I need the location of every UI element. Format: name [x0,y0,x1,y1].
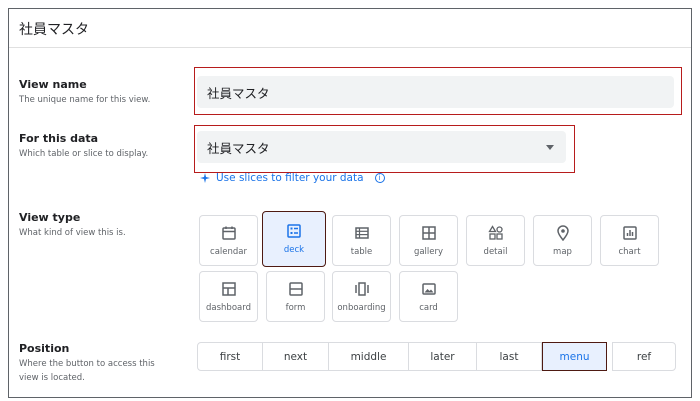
position-menu[interactable]: menu [542,342,607,371]
view-type-dashboard[interactable]: dashboard [199,271,258,322]
view-type-map[interactable]: map [533,215,592,266]
page-title: 社員マスタ [19,22,89,38]
form-icon [288,281,303,296]
view-type-label-table: table [350,246,373,257]
view-type-description: What kind of view this is. [19,228,126,238]
sparkle-icon [200,173,210,183]
position-ref[interactable]: ref [612,342,676,371]
position-next-label: next [283,350,308,363]
position-middle-label: middle [350,350,387,363]
view-type-label-card: card [419,302,438,313]
view-type-label-dashboard: dashboard [206,302,251,313]
dashboard-icon [221,281,236,296]
view-type-form[interactable]: form [266,271,325,322]
position-middle[interactable]: middle [328,342,409,371]
position-next[interactable]: next [262,342,329,371]
position-description-line1: Where the button to access this [19,359,155,369]
detail-icon [487,224,503,240]
for-this-data-value: 社員マスタ [207,140,270,156]
info-icon[interactable]: i [374,173,385,183]
view-type-table[interactable]: table [332,215,391,266]
position-menu-label: menu [559,350,590,363]
chart-icon [622,225,637,240]
view-type-onboarding[interactable]: onboarding [332,271,391,322]
view-type-label-deck: deck [283,245,305,255]
view-type-label-calendar: calendar [210,246,247,257]
use-slices-link-text: Use slices to filter your data [216,172,364,184]
view-type-label-group: View type What kind of view this is. [19,211,126,240]
view-name-description: The unique name for this view. [19,95,151,105]
view-type-card[interactable]: card [399,271,458,322]
view-type-label-chart: chart [618,246,641,257]
view-type-calendar[interactable]: calendar [199,215,258,266]
use-slices-link[interactable]: Use slices to filter your data i [199,172,385,184]
position-ref-label: ref [636,350,652,363]
view-name-label: View name [19,78,87,91]
position-label-group: Position Where the button to access this… [19,342,155,385]
for-this-data-label: For this data [19,132,99,145]
table-icon [354,226,369,239]
panel-header: 社員マスタ [9,9,691,48]
view-type-label-map: map [553,246,572,257]
view-type-label-detail: detail [483,246,508,257]
view-name-value: 社員マスタ [207,85,270,101]
view-type-label-form: form [285,302,306,313]
gallery-icon [421,225,436,240]
deck-icon [287,224,301,238]
chevron-down-icon [546,145,554,150]
card-icon [421,282,436,295]
position-description-line2: view is located. [19,373,85,383]
position-later-label: later [430,350,455,363]
position-first[interactable]: first [197,342,263,371]
position-first-label: first [219,350,241,363]
view-type-label: View type [19,211,81,224]
position-last[interactable]: last [476,342,542,371]
for-this-data-label-group: For this data Which table or slice to di… [19,132,148,161]
view-type-gallery[interactable]: gallery [399,215,458,266]
position-later[interactable]: later [408,342,477,371]
view-name-input[interactable]: 社員マスタ [197,76,674,108]
view-type-detail[interactable]: detail [466,215,525,266]
view-type-chart[interactable]: chart [600,215,659,266]
position-last-label: last [499,350,519,363]
position-label: Position [19,342,70,355]
onboarding-icon [354,281,369,296]
map-pin-icon [556,224,569,241]
view-editor-panel: 社員マスタ View name The unique name for this… [8,8,692,398]
view-type-deck[interactable]: deck [262,211,326,267]
view-type-label-gallery: gallery [413,246,444,257]
calendar-icon [221,226,236,240]
view-name-label-group: View name The unique name for this view. [19,78,150,107]
for-this-data-description: Which table or slice to display. [19,149,149,159]
view-type-label-onboarding: onboarding [337,302,386,313]
for-this-data-select[interactable]: 社員マスタ [197,131,566,163]
